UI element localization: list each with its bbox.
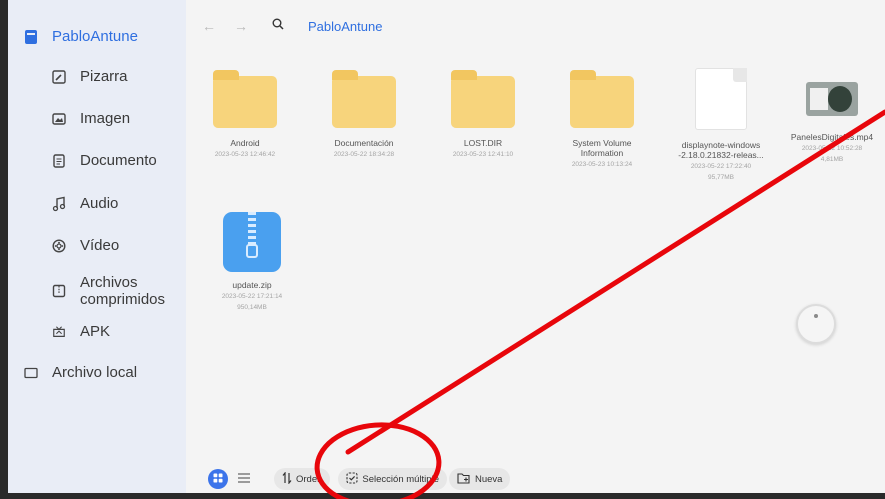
file-name: PanelesDigitales.mp4: [790, 132, 874, 142]
sidebar-item-documento[interactable]: Documento: [52, 152, 157, 169]
sidebar-item-label: Archivos comprimidos: [80, 274, 166, 308]
file-date: 2023-05-22 17:22:40: [690, 163, 752, 170]
sidebar-item-archivos-comprimidos[interactable]: Archivos comprimidos: [52, 274, 165, 308]
video-icon: [52, 238, 66, 253]
video-thumbnail: [806, 82, 858, 116]
sidebar-item-pizarra[interactable]: Pizarra: [52, 68, 128, 85]
sidebar-item-archivo-local[interactable]: Archivo local: [24, 364, 137, 381]
file-item[interactable]: LOST.DIR 2023-05-23 12:41:10: [428, 70, 538, 159]
sidebar-item-label: Documento: [80, 152, 157, 169]
file-name: Documentación: [334, 138, 394, 148]
new-folder-icon: [457, 472, 471, 487]
sidebar-root-label: PabloAntune: [52, 28, 138, 45]
file-date: 2023-05-22 18:34:28: [333, 151, 395, 158]
list-view-button[interactable]: [236, 470, 252, 488]
file-size: 95,77MB: [707, 174, 735, 181]
file-size: 4,81MB: [820, 156, 844, 163]
grid-icon: [213, 470, 223, 488]
file-date: 2023-05-22 17:21:14: [221, 293, 283, 300]
file-date: 2023-05-23 12:41:10: [452, 151, 514, 158]
multi-select-button[interactable]: Selección múltiple: [338, 468, 447, 490]
new-folder-label: Nueva: [474, 473, 503, 485]
phone-icon: [24, 29, 38, 44]
folder-icon: [570, 70, 634, 128]
floating-assistive-button[interactable]: [796, 304, 836, 344]
breadcrumb[interactable]: PabloAntune: [308, 19, 382, 34]
folder-outline-icon: [24, 366, 38, 380]
file-manager-window: PabloAntune Pizarra Imagen Documento Aud: [8, 0, 885, 493]
whiteboard-icon: [52, 69, 66, 84]
file-date: 2023-05-23 10:13:24: [571, 161, 633, 168]
multi-select-label: Selección múltiple: [362, 473, 439, 485]
sidebar-item-apk[interactable]: APK: [52, 323, 110, 340]
sidebar-item-audio[interactable]: Audio: [52, 195, 118, 212]
sort-label: Orden: [296, 473, 323, 485]
file-name: System Volume Information: [572, 138, 632, 158]
back-button[interactable]: ←: [200, 18, 218, 34]
file-item[interactable]: Android 2023-05-23 12:46:42: [190, 70, 300, 159]
zip-file-icon: [223, 212, 281, 272]
topbar: ← → PabloAntune: [200, 12, 382, 40]
file-item[interactable]: System Volume Information 2023-05-23 10:…: [547, 70, 657, 169]
apk-icon: [52, 325, 66, 339]
sidebar-item-label: Imagen: [80, 110, 131, 127]
file-name: displaynote-windows -2.18.0.21832-releas…: [678, 140, 764, 160]
file-name: LOST.DIR: [463, 138, 503, 148]
file-item[interactable]: PanelesDigitales.mp4 2023-05-22 10:52:28…: [777, 82, 885, 164]
sort-icon: [282, 470, 292, 487]
file-size: 950,14MB: [237, 304, 267, 311]
file-name: Android: [230, 138, 260, 148]
search-icon: [272, 17, 284, 35]
sidebar-item-root[interactable]: PabloAntune: [24, 28, 138, 45]
folder-icon: [451, 70, 515, 128]
sidebar-item-label: Vídeo: [80, 237, 120, 254]
sidebar-local-label: Archivo local: [52, 364, 138, 381]
file-date: 2023-05-23 12:46:42: [214, 151, 276, 158]
sidebar-item-label: APK: [80, 323, 111, 340]
file-item[interactable]: Documentación 2023-05-22 18:34:28: [309, 70, 419, 159]
sidebar-item-label: Pizarra: [80, 68, 128, 85]
folder-icon: [213, 70, 277, 128]
new-folder-button[interactable]: Nueva: [448, 468, 511, 490]
music-note-icon: [52, 196, 66, 211]
sidebar-item-video[interactable]: Vídeo: [52, 237, 119, 254]
file-item[interactable]: update.zip 2023-05-22 17:21:14 950,14MB: [197, 212, 307, 312]
sidebar-item-imagen[interactable]: Imagen: [52, 110, 130, 127]
document-file-icon: [695, 68, 747, 130]
search-button[interactable]: [264, 12, 292, 40]
archive-icon: [52, 284, 66, 298]
main-content: ← → PabloAntune Android 2023-05-23 12:46…: [186, 0, 885, 493]
file-name: update.zip: [232, 280, 272, 290]
sidebar-item-label: Audio: [80, 195, 119, 212]
image-icon: [52, 112, 66, 126]
forward-button[interactable]: →: [232, 18, 250, 34]
folder-icon: [332, 70, 396, 128]
document-icon: [52, 153, 66, 168]
multi-select-icon: [346, 471, 358, 487]
list-icon: [238, 470, 250, 488]
file-date: 2023-05-22 10:52:28: [801, 145, 863, 152]
bottom-toolbar: Orden Selección múltiple Nueva: [208, 468, 511, 490]
grid-view-button[interactable]: [208, 469, 228, 489]
sort-button[interactable]: Orden: [274, 468, 331, 490]
sidebar: PabloAntune Pizarra Imagen Documento Aud: [8, 0, 186, 493]
file-item[interactable]: displaynote-windows -2.18.0.21832-releas…: [666, 68, 776, 182]
